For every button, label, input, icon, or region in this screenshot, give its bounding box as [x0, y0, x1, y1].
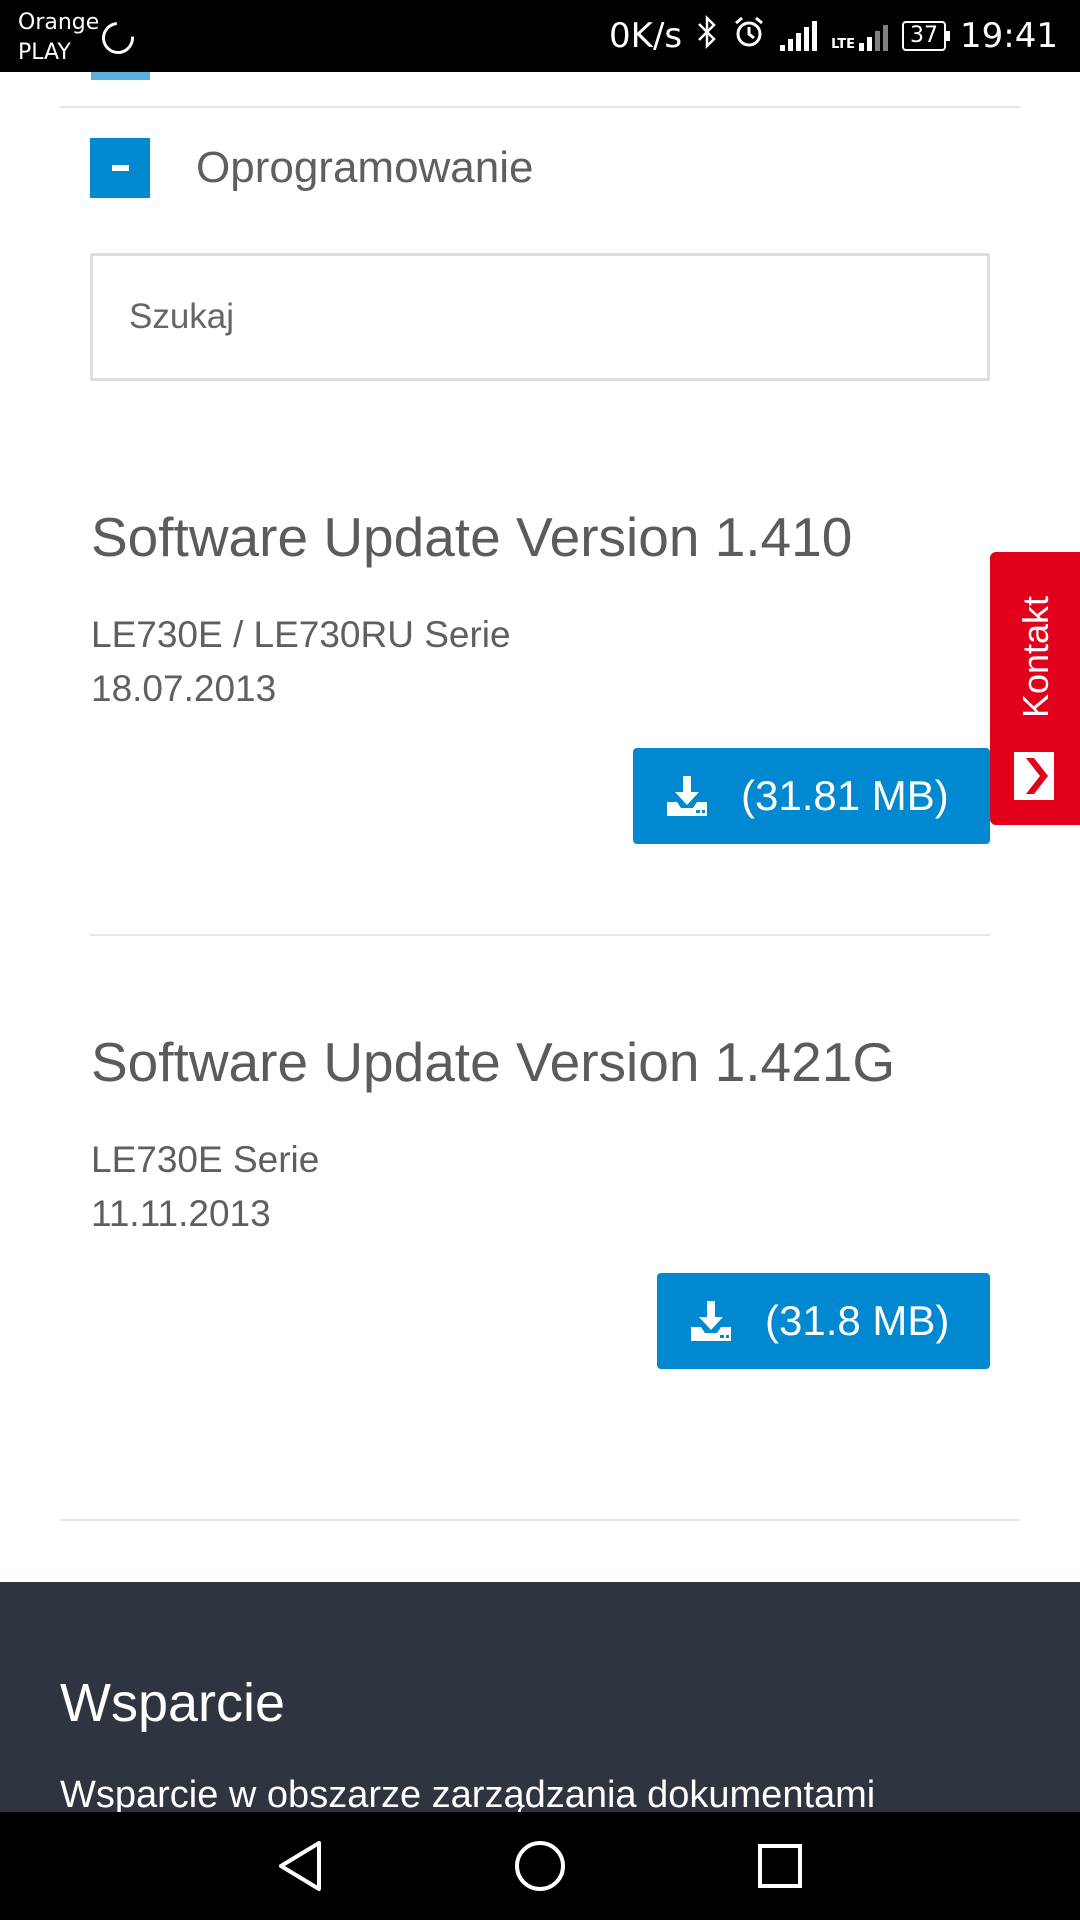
- carrier-info: Orange PLAY: [18, 8, 99, 68]
- network-type: LTE: [831, 37, 856, 52]
- previous-section-accent: [91, 72, 150, 80]
- navigation-bar: [0, 1812, 1080, 1920]
- download-size: (31.8 MB): [765, 1297, 950, 1344]
- status-icons: 0K/s LTE 37 19:41: [609, 0, 1058, 72]
- bluetooth-icon: [696, 14, 718, 57]
- update-series: LE730E / LE730RU Serie: [91, 614, 511, 655]
- footer-link[interactable]: Wsparcie w obszarze zarządzania dokument…: [60, 1774, 875, 1812]
- download-size: (31.81 MB): [741, 772, 949, 819]
- signal-icon: [780, 21, 818, 51]
- divider: [60, 1519, 1020, 1521]
- carrier-secondary: PLAY: [18, 40, 71, 65]
- net-speed: 0K/s: [609, 16, 683, 56]
- home-button[interactable]: [480, 1812, 600, 1920]
- chevron-right-icon: [1014, 752, 1054, 800]
- battery-icon: 37: [902, 21, 951, 51]
- update-title: Software Update Version 1.410: [91, 506, 853, 568]
- collapse-button[interactable]: [90, 138, 150, 198]
- clock: 19:41: [960, 16, 1058, 56]
- download-button[interactable]: (31.8 MB): [657, 1273, 990, 1369]
- status-bar: Orange PLAY 0K/s LTE 37 19:41: [0, 0, 1080, 72]
- update-title: Software Update Version 1.421G: [91, 1031, 896, 1093]
- section-divider: [60, 106, 1020, 108]
- back-icon: [279, 1841, 321, 1891]
- recents-button[interactable]: [720, 1812, 840, 1920]
- sync-icon: [95, 15, 141, 61]
- download-button[interactable]: (31.81 MB): [633, 748, 990, 844]
- home-icon: [515, 1841, 565, 1891]
- update-series: LE730E Serie: [91, 1139, 320, 1180]
- back-button[interactable]: [240, 1812, 360, 1920]
- update-date: 18.07.2013: [91, 668, 277, 709]
- footer-title: Wsparcie: [60, 1673, 286, 1733]
- kontakt-label: Kontakt: [1015, 595, 1056, 719]
- section-title[interactable]: Oprogramowanie: [196, 138, 534, 198]
- alarm-icon: [732, 15, 766, 57]
- recents-icon: [758, 1844, 802, 1888]
- download-icon: [691, 1301, 731, 1341]
- carrier-name: Orange: [18, 10, 100, 35]
- search-input[interactable]: [90, 253, 990, 381]
- kontakt-tab[interactable]: Kontakt: [990, 552, 1080, 825]
- download-icon: [667, 776, 707, 816]
- divider: [90, 934, 990, 936]
- footer: Wsparcie Wsparcie w obszarze zarządzania…: [0, 1582, 1080, 1812]
- lte-signal-icon: LTE: [831, 21, 889, 52]
- update-date: 11.11.2013: [91, 1193, 271, 1234]
